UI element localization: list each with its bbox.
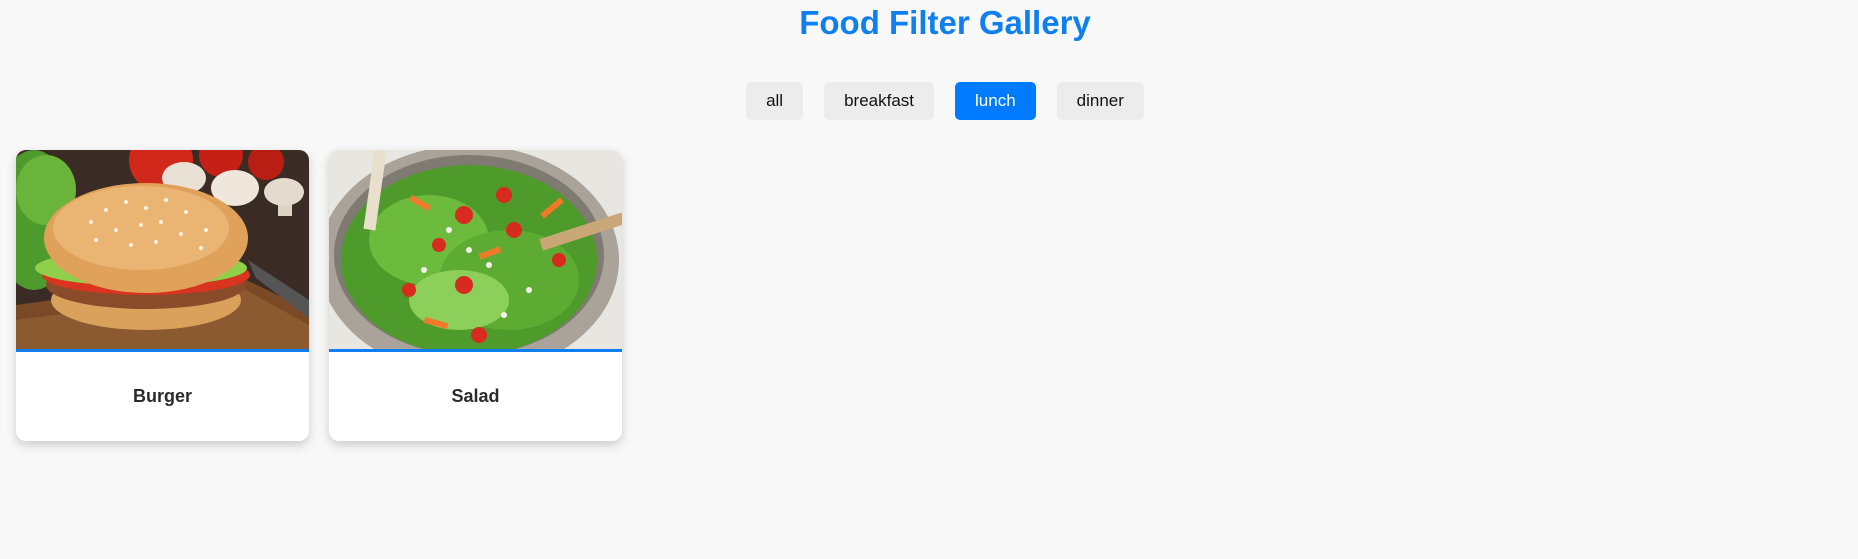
filter-bar: all breakfast lunch dinner: [0, 82, 1858, 120]
filter-dinner-button[interactable]: dinner: [1056, 82, 1144, 120]
card-title: Burger: [132, 386, 192, 406]
burger-image: [16, 150, 309, 352]
salad-image: [329, 150, 622, 352]
filter-all-button[interactable]: all: [746, 82, 804, 120]
filter-lunch-button[interactable]: lunch: [955, 82, 1036, 120]
food-grid: Burger Salad: [16, 150, 622, 441]
card-title: Salad: [451, 386, 500, 406]
page-title: Food Filter Gallery: [799, 4, 1091, 41]
food-card-salad[interactable]: Salad: [329, 150, 622, 441]
food-card-burger[interactable]: Burger: [16, 150, 309, 441]
filter-breakfast-button[interactable]: breakfast: [824, 82, 935, 120]
